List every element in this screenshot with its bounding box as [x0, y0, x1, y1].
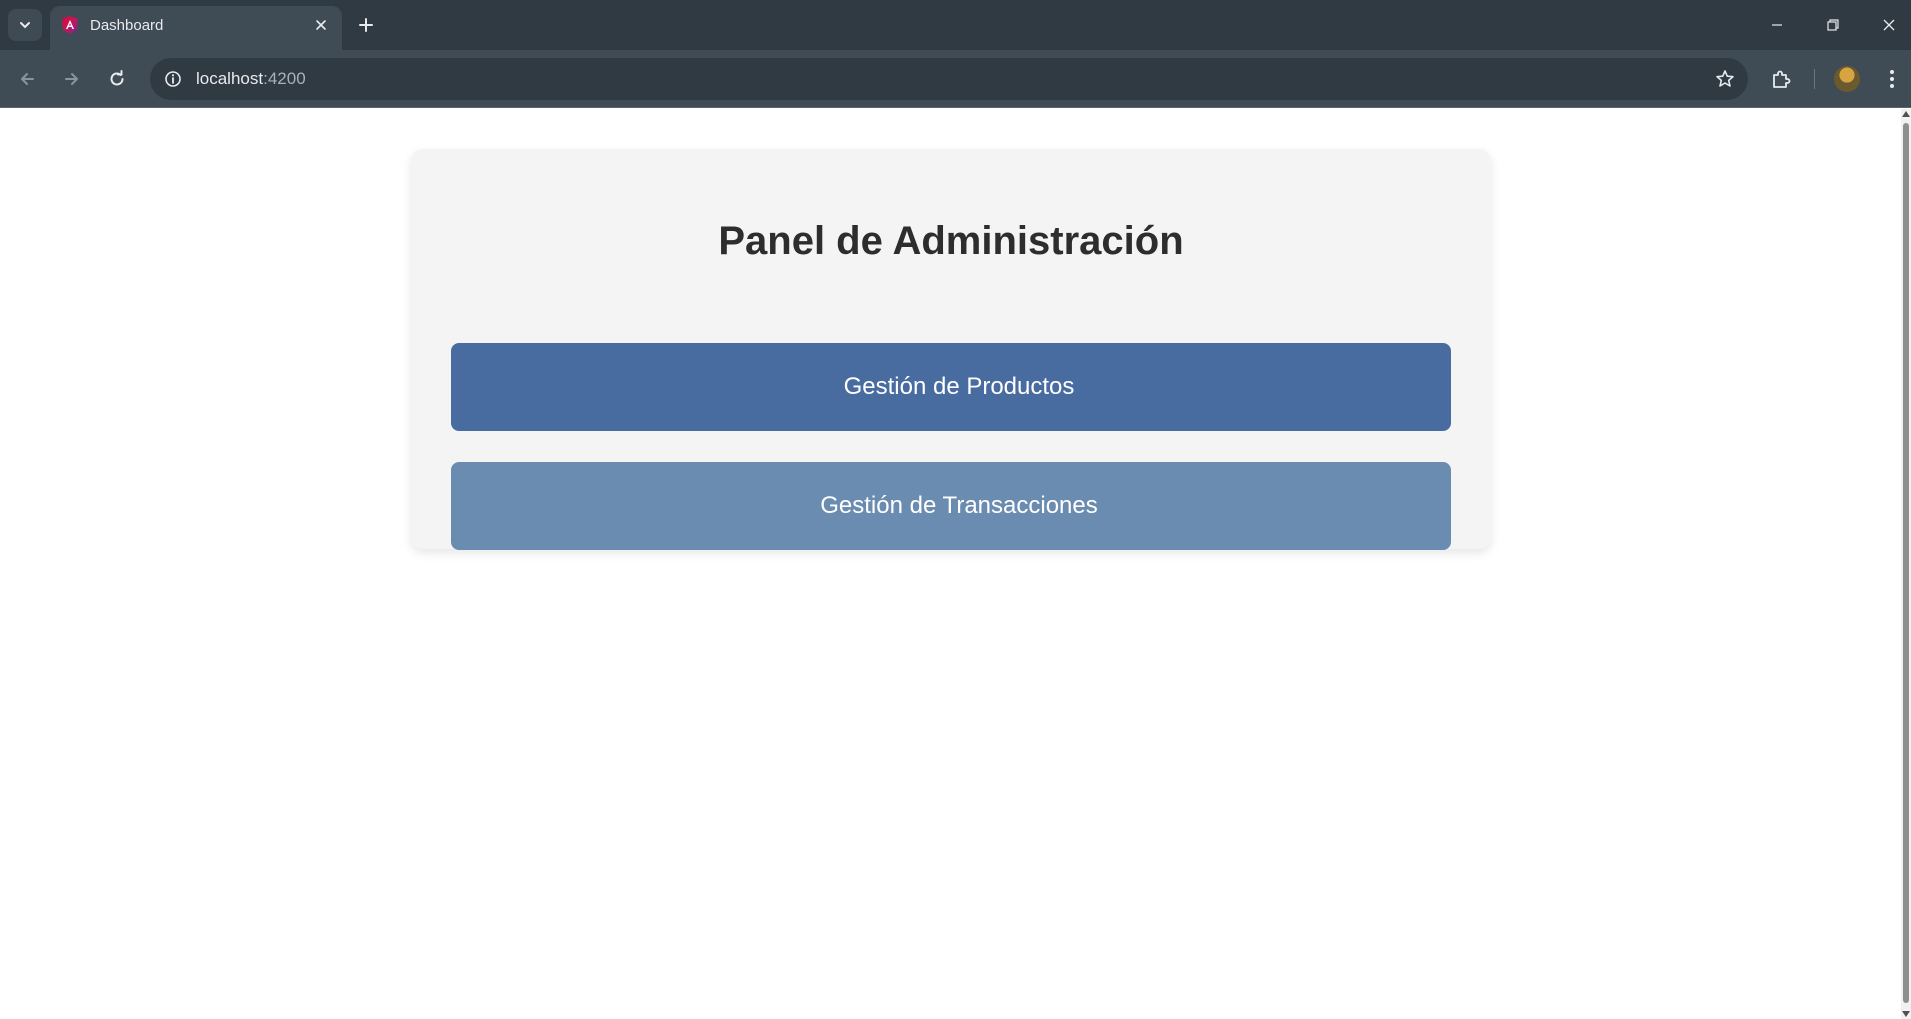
info-icon [165, 71, 181, 87]
manage-transactions-button[interactable]: Gestión de Transacciones [451, 462, 1451, 550]
address-url: localhost:4200 [196, 69, 306, 89]
restore-icon [1827, 19, 1839, 31]
browser-toolbar: localhost:4200 [0, 50, 1911, 108]
site-info-button[interactable] [162, 68, 184, 90]
address-bar[interactable]: localhost:4200 [150, 58, 1748, 100]
arrow-left-icon [21, 73, 34, 85]
close-icon [1883, 19, 1895, 31]
plus-icon [359, 18, 373, 32]
angular-logo-icon [62, 16, 78, 34]
vertical-scrollbar[interactable] [1901, 109, 1911, 1019]
url-port: :4200 [263, 69, 306, 88]
star-icon [1716, 70, 1734, 87]
forward-button[interactable] [57, 64, 87, 94]
browser-tab-strip: Dashboard [0, 0, 1911, 50]
chevron-down-icon [20, 22, 30, 29]
more-vert-icon [1890, 70, 1894, 88]
arrow-right-icon [65, 73, 78, 85]
extensions-button[interactable] [1766, 64, 1796, 94]
manage-products-button[interactable]: Gestión de Productos [451, 343, 1451, 431]
close-icon [316, 20, 326, 30]
scrollbar-thumb[interactable] [1903, 123, 1909, 1003]
puzzle-icon [1773, 70, 1791, 88]
minimize-button[interactable] [1762, 10, 1792, 40]
scroll-down-arrow[interactable] [1902, 1011, 1910, 1017]
close-window-button[interactable] [1874, 10, 1904, 40]
scroll-up-arrow[interactable] [1902, 111, 1910, 117]
reload-button[interactable] [102, 64, 132, 94]
minimize-icon [1772, 24, 1782, 26]
browser-menu-button[interactable] [1877, 64, 1907, 94]
reload-icon [110, 70, 124, 86]
admin-panel-card: Panel de Administración Gestión de Produ… [411, 149, 1491, 550]
tab-title: Dashboard [90, 17, 164, 34]
profile-avatar[interactable] [1834, 66, 1860, 92]
toolbar-divider [1814, 69, 1815, 89]
url-host: localhost [196, 69, 264, 88]
page-title: Panel de Administración [718, 219, 1184, 263]
bookmark-button[interactable] [1714, 68, 1736, 90]
back-button[interactable] [12, 64, 42, 94]
restore-button[interactable] [1818, 10, 1848, 40]
new-tab-button[interactable] [354, 13, 378, 37]
tab-dashboard[interactable]: Dashboard [50, 6, 342, 50]
tab-search-button[interactable] [8, 9, 42, 41]
page-viewport: Panel de Administración Gestión de Produ… [0, 109, 1911, 1019]
tab-close-button[interactable] [312, 16, 330, 34]
